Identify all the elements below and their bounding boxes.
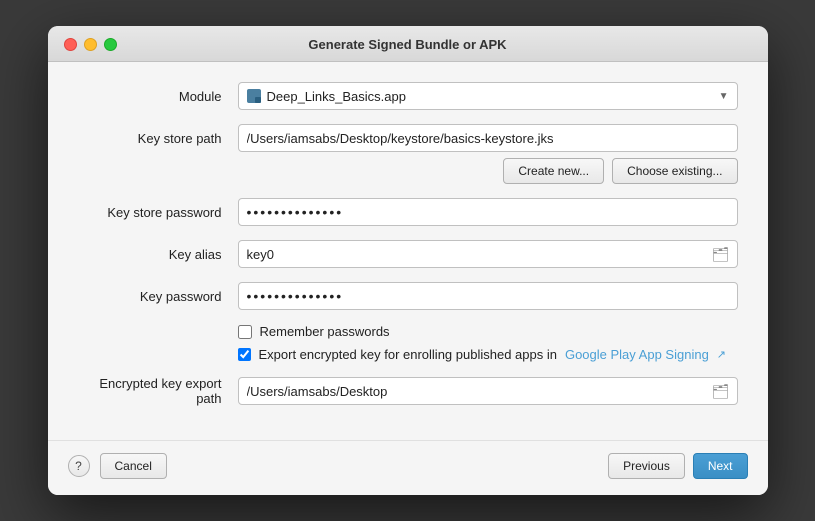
cancel-button[interactable]: Cancel	[100, 453, 167, 479]
create-new-button[interactable]: Create new...	[503, 158, 604, 184]
export-encrypted-row: Export encrypted key for enrolling publi…	[78, 347, 738, 362]
keystore-password-label: Key store password	[78, 205, 238, 220]
export-link-arrow: ↗	[717, 348, 726, 361]
footer-left: ? Cancel	[68, 453, 167, 479]
main-dialog: Generate Signed Bundle or APK Module Dee…	[48, 26, 768, 495]
module-icon	[247, 89, 261, 103]
remember-passwords-row: Remember passwords	[78, 324, 738, 339]
encrypted-path-input[interactable]	[238, 377, 738, 405]
key-alias-row: Key alias 🗂	[78, 240, 738, 268]
key-alias-folder-icon[interactable]: 🗂	[712, 246, 730, 263]
encrypted-path-folder-icon[interactable]: 🗂	[712, 383, 730, 400]
key-alias-input[interactable]	[238, 240, 738, 268]
choose-existing-button[interactable]: Choose existing...	[612, 158, 737, 184]
footer-right: Previous Next	[608, 453, 747, 479]
keystore-password-control	[238, 198, 738, 226]
keystore-path-input[interactable]	[238, 124, 738, 152]
module-row: Module Deep_Links_Basics.app ▼	[78, 82, 738, 110]
encrypted-path-label: Encrypted key export path	[78, 376, 238, 406]
minimize-button[interactable]	[84, 38, 97, 51]
traffic-lights	[64, 38, 117, 51]
key-password-control	[238, 282, 738, 310]
dialog-footer: ? Cancel Previous Next	[48, 440, 768, 495]
key-password-label: Key password	[78, 289, 238, 304]
close-button[interactable]	[64, 38, 77, 51]
dialog-body: Module Deep_Links_Basics.app ▼ Key store…	[48, 62, 768, 440]
encrypted-path-row: Encrypted key export path 🗂	[78, 376, 738, 406]
keystore-path-label: Key store path	[78, 131, 238, 146]
key-password-row: Key password	[78, 282, 738, 310]
key-alias-wrap: 🗂	[238, 240, 738, 268]
module-control: Deep_Links_Basics.app ▼	[238, 82, 738, 110]
encrypted-path-control: 🗂	[238, 377, 738, 405]
remember-passwords-checkbox[interactable]	[238, 325, 252, 339]
key-password-input[interactable]	[238, 282, 738, 310]
dialog-title: Generate Signed Bundle or APK	[308, 37, 506, 52]
key-alias-label: Key alias	[78, 247, 238, 262]
export-encrypted-prefix: Export encrypted key for enrolling publi…	[259, 347, 557, 362]
encrypted-path-wrap: 🗂	[238, 377, 738, 405]
previous-button[interactable]: Previous	[608, 453, 685, 479]
module-select[interactable]: Deep_Links_Basics.app ▼	[238, 82, 738, 110]
keystore-password-input[interactable]	[238, 198, 738, 226]
keystore-button-row: Create new... Choose existing...	[78, 158, 738, 184]
keystore-password-row: Key store password	[78, 198, 738, 226]
keystore-path-row: Key store path	[78, 124, 738, 152]
export-encrypted-checkbox[interactable]	[238, 348, 251, 361]
help-button[interactable]: ?	[68, 455, 90, 477]
key-alias-control: 🗂	[238, 240, 738, 268]
remember-passwords-label: Remember passwords	[260, 324, 390, 339]
google-play-signing-link[interactable]: Google Play App Signing	[565, 347, 709, 362]
module-label: Module	[78, 89, 238, 104]
keystore-path-control	[238, 124, 738, 152]
title-bar: Generate Signed Bundle or APK	[48, 26, 768, 62]
next-button[interactable]: Next	[693, 453, 748, 479]
module-value: Deep_Links_Basics.app	[267, 89, 406, 104]
module-dropdown-arrow: ▼	[719, 91, 729, 102]
maximize-button[interactable]	[104, 38, 117, 51]
